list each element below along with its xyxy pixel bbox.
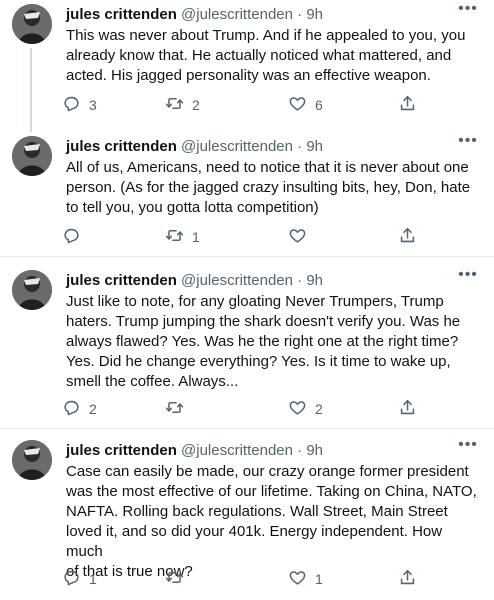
tweet-actions: 1 [62,226,432,248]
timestamp[interactable]: 9h [306,442,323,459]
retweet-count: 2 [192,97,200,113]
tweet[interactable]: jules crittenden @julescrittenden · 9h •… [0,436,494,600]
tweet-text-line: Just like to note, for any gloating Neve… [66,293,444,310]
share-icon [398,226,417,248]
share-button[interactable] [398,94,417,116]
reply-button[interactable] [62,226,89,248]
like-count: 2 [315,401,323,417]
reply-icon [62,398,81,420]
share-button[interactable] [398,568,417,590]
tweet-header: jules crittenden @julescrittenden · 9h [66,442,323,460]
avatar[interactable] [12,440,52,480]
share-button[interactable] [398,226,417,248]
reply-button[interactable]: 1 [62,568,97,590]
separator: · [297,6,303,23]
retweet-icon [165,226,184,248]
more-icon[interactable]: ••• [456,267,480,288]
heart-icon [288,398,307,420]
tweet-text-line: NAFTA. Rolling back regulations. Wall St… [66,503,448,520]
reply-icon [62,568,81,590]
tweet-text-line: always flawed? Yes. Was he the right one… [66,333,459,350]
tweet-text-line: Case can easily be made, our crazy orang… [66,463,469,480]
retweet-count: 1 [192,229,200,245]
tweet-text-line: haters. Trump jumping the shark doesn't … [66,313,461,330]
tweet-text-line: All of us, Americans, need to notice tha… [66,159,469,176]
tweet-header: jules crittenden @julescrittenden · 9h [66,6,323,24]
tweet-text: All of us, Americans, need to notice tha… [66,158,482,218]
tweet[interactable]: jules crittenden @julescrittenden · 9h •… [0,0,494,132]
tweet-text-line: Yes. Did he change everything? Yes. Is i… [66,353,451,370]
tweet[interactable]: jules crittenden @julescrittenden · 9h •… [0,266,494,426]
like-count: 1 [315,571,323,587]
author-name[interactable]: jules crittenden [66,6,177,23]
tweet-text-line: person. (As for the jagged crazy insulti… [66,179,471,196]
tweet-header: jules crittenden @julescrittenden · 9h [66,272,323,290]
reply-count: 2 [89,401,97,417]
tweet-text: This was never about Trump. And if he ap… [66,26,482,86]
tweet-text: Case can easily be made, our crazy orang… [66,462,482,582]
reply-icon [62,226,81,248]
reply-button[interactable]: 2 [62,398,97,420]
retweet-button[interactable] [165,398,192,420]
avatar[interactable] [12,136,52,176]
separator: · [297,138,303,155]
timestamp[interactable]: 9h [306,272,323,289]
reply-button[interactable]: 3 [62,94,97,116]
tweet-header: jules crittenden @julescrittenden · 9h [66,138,323,156]
heart-icon [288,226,307,248]
retweet-button[interactable]: 1 [165,226,200,248]
separator: · [297,272,303,289]
share-icon [398,568,417,590]
author-handle[interactable]: @julescrittenden [181,272,293,289]
author-name[interactable]: jules crittenden [66,442,177,459]
tweet-actions: 3 2 6 [62,94,432,116]
reply-count: 3 [89,97,97,113]
more-icon[interactable]: ••• [456,133,480,154]
retweet-icon [165,398,184,420]
tweet-text-line: acted. His jagged personality was an eff… [66,67,431,84]
like-count: 6 [315,97,323,113]
timestamp[interactable]: 9h [306,6,323,23]
tweet-text: Just like to note, for any gloating Neve… [66,292,482,392]
more-icon[interactable]: ••• [456,1,480,22]
tweet-text-line: to tell you, you gotta lotta competition… [66,199,319,216]
author-name[interactable]: jules crittenden [66,272,177,289]
like-button[interactable] [288,226,315,248]
tweet-text-line: was the most effective of our lifetime. … [66,483,477,500]
retweet-icon [165,568,184,590]
like-button[interactable]: 2 [288,398,323,420]
tweet-text-line: This was never about Trump. And if he ap… [66,27,466,44]
retweet-button[interactable] [165,568,192,590]
reply-count: 1 [89,571,97,587]
share-icon [398,398,417,420]
reply-icon [62,94,81,116]
heart-icon [288,94,307,116]
retweet-button[interactable]: 2 [165,94,200,116]
tweet-actions: 2 2 [62,398,432,420]
thread-line [30,48,32,132]
divider [0,256,494,257]
tweet[interactable]: jules crittenden @julescrittenden · 9h •… [0,132,494,254]
retweet-icon [165,94,184,116]
like-button[interactable]: 1 [288,568,323,590]
timestamp[interactable]: 9h [306,138,323,155]
avatar[interactable] [12,270,52,310]
avatar[interactable] [12,4,52,44]
more-icon[interactable]: ••• [456,437,480,458]
divider [0,428,494,429]
author-handle[interactable]: @julescrittenden [181,138,293,155]
like-button[interactable]: 6 [288,94,323,116]
share-icon [398,94,417,116]
heart-icon [288,568,307,590]
tweet-text-line: already know that. He actually noticed w… [66,47,452,64]
share-button[interactable] [398,398,417,420]
separator: · [297,442,303,459]
author-handle[interactable]: @julescrittenden [181,442,293,459]
tweet-text-line: smell the coffee. Always... [66,373,239,390]
tweet-text-line: loved it, and so did your 401k. Energy i… [66,523,443,560]
tweet-actions: 1 1 [62,568,432,590]
author-handle[interactable]: @julescrittenden [181,6,293,23]
author-name[interactable]: jules crittenden [66,138,177,155]
